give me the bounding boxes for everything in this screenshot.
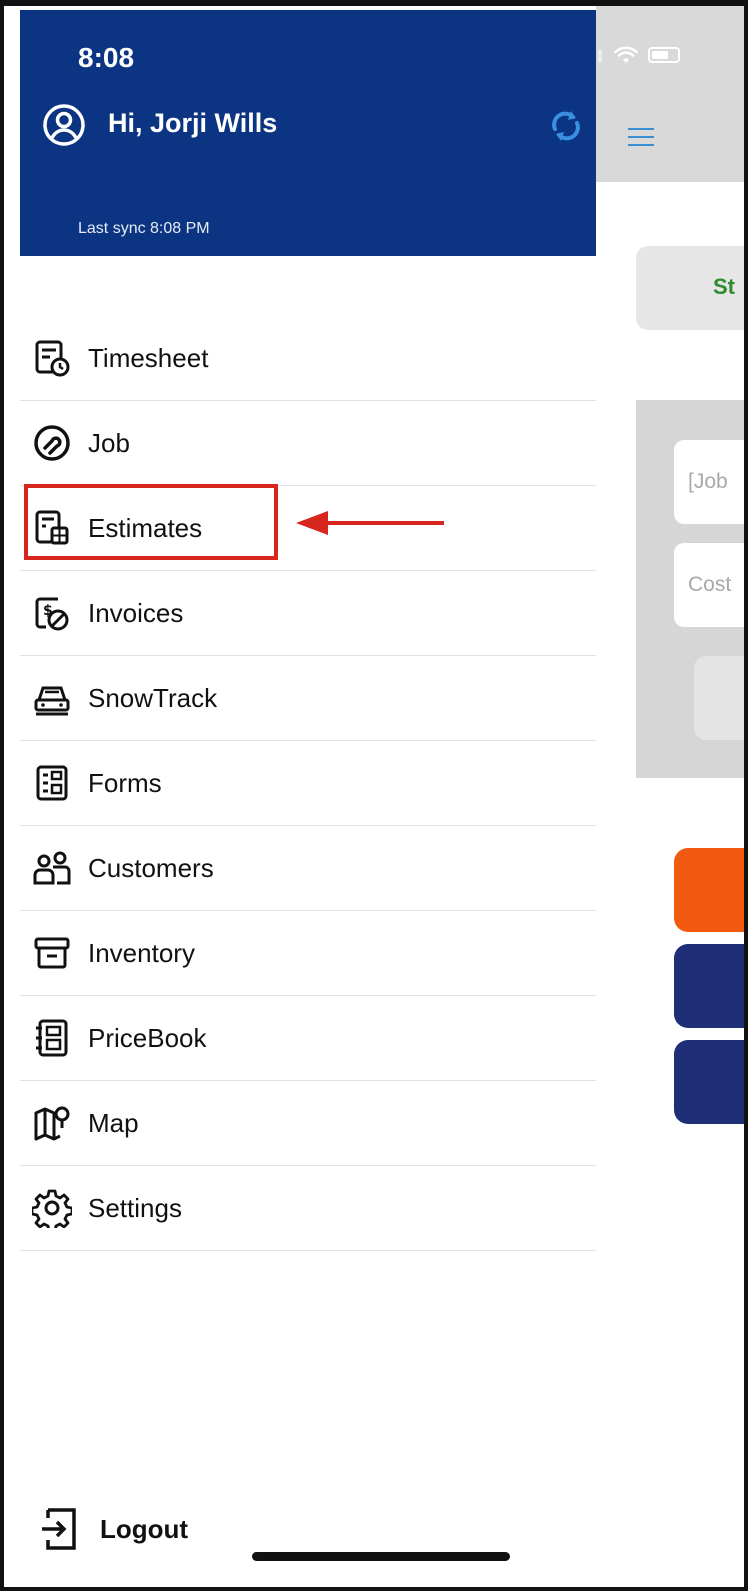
- background-navy-button-1[interactable]: [674, 944, 744, 1028]
- user-greeting: Hi, Jorji Wills: [108, 108, 278, 138]
- menu-label-forms: Forms: [88, 767, 162, 798]
- logout-icon: [42, 1508, 76, 1550]
- battery-icon: [648, 47, 680, 63]
- menu-label-settings: Settings: [88, 1192, 182, 1223]
- job-icon: [34, 425, 70, 461]
- background-navy-button-2[interactable]: [674, 1040, 744, 1124]
- menu-item-job[interactable]: Job: [20, 401, 596, 486]
- timesheet-icon: [35, 340, 70, 377]
- menu-label-pricebook: PriceBook: [88, 1022, 207, 1053]
- estimates-highlight-box: [24, 484, 278, 560]
- inventory-icon: [34, 937, 70, 969]
- menu-item-customers[interactable]: Customers: [20, 826, 596, 911]
- pricebook-icon: [36, 1019, 68, 1057]
- logout-button[interactable]: Logout: [20, 1500, 320, 1560]
- menu-label-job: Job: [88, 427, 130, 458]
- menu-item-inventory[interactable]: Inventory: [20, 911, 596, 996]
- job-input[interactable]: [Job: [674, 440, 744, 524]
- annotation-arrow-icon: [296, 511, 444, 535]
- sync-icon[interactable]: [547, 105, 585, 147]
- cost-input[interactable]: Cost: [674, 543, 744, 627]
- home-indicator: [252, 1552, 510, 1561]
- logout-label: Logout: [100, 1514, 189, 1544]
- menu-item-invoices[interactable]: $ Invoices: [20, 571, 596, 656]
- menu-item-timesheet[interactable]: Timesheet: [20, 316, 596, 401]
- status-icons: [586, 46, 680, 64]
- menu-label-invoices: Invoices: [88, 597, 184, 628]
- menu-label-customers: Customers: [88, 852, 214, 883]
- customers-icon: [33, 851, 71, 885]
- user-avatar-icon: [43, 104, 85, 146]
- settings-icon: [32, 1189, 72, 1228]
- background-light-button[interactable]: [694, 656, 744, 740]
- menu-item-settings[interactable]: Settings: [20, 1166, 596, 1251]
- background-status-text: St: [713, 274, 735, 299]
- last-sync-text: Last sync 8:08 PM: [78, 220, 210, 237]
- menu-item-pricebook[interactable]: PriceBook: [20, 996, 596, 1081]
- menu-item-snowtrack[interactable]: SnowTrack: [20, 656, 596, 741]
- drawer-menu: Timesheet Job Estimates $ Invoices SnowT…: [20, 316, 596, 1251]
- map-icon: [34, 1106, 70, 1141]
- menu-label-inventory: Inventory: [88, 937, 195, 968]
- menu-label-snowtrack: SnowTrack: [88, 682, 218, 713]
- background-top-bar: [596, 6, 744, 182]
- invoices-icon: $: [35, 597, 69, 631]
- navigation-drawer: 8:08 Hi, Jorji Wills Last sync 8:08 PM T…: [20, 10, 596, 1587]
- background-orange-button[interactable]: [674, 848, 744, 932]
- menu-label-timesheet: Timesheet: [88, 342, 209, 373]
- menu-item-forms[interactable]: Forms: [20, 741, 596, 826]
- snowtrack-icon: [34, 686, 70, 716]
- menu-label-map: Map: [88, 1107, 139, 1138]
- forms-icon: [36, 765, 68, 801]
- status-time: 8:08: [78, 42, 135, 73]
- menu-item-map[interactable]: Map: [20, 1081, 596, 1166]
- phone-frame: St [Job Cost 8:08 Hi, Jorji Wills Last s…: [0, 0, 748, 1591]
- drawer-header: 8:08 Hi, Jorji Wills Last sync 8:08 PM: [20, 10, 596, 256]
- wifi-icon: [614, 46, 638, 63]
- hamburger-menu-icon[interactable]: [628, 126, 654, 148]
